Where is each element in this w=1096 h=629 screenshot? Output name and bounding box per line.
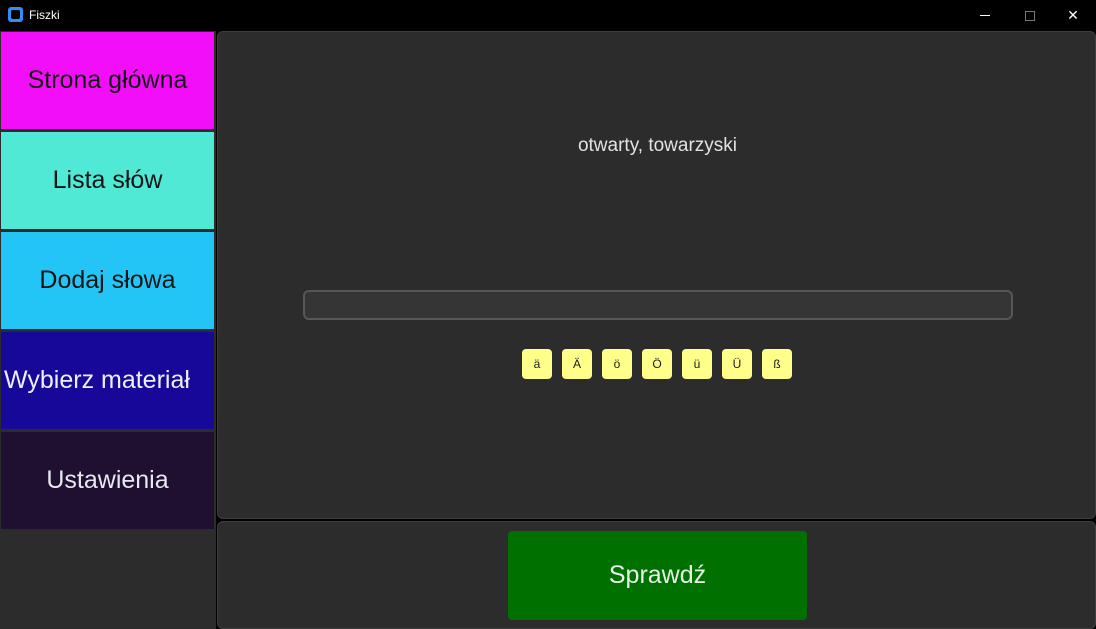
char-button-o-umlaut[interactable]: ö — [602, 349, 632, 379]
window-title: Fiszki — [29, 8, 60, 22]
answer-input[interactable] — [303, 290, 1013, 320]
close-icon: ✕ — [1067, 7, 1079, 23]
char-button-o-umlaut-upper[interactable]: Ö — [642, 349, 672, 379]
sidebar-item-settings[interactable]: Ustawienia — [1, 432, 214, 529]
minimize-icon — [980, 15, 990, 16]
flashcard-panel: otwarty, towarzyski ä Ä ö Ö ü Ü ß — [217, 31, 1096, 519]
flashcard-prompt: otwarty, towarzyski — [577, 135, 738, 156]
app-icon — [8, 7, 23, 22]
char-button-eszett[interactable]: ß — [762, 349, 792, 379]
char-button-u-umlaut-upper[interactable]: Ü — [722, 349, 752, 379]
sidebar-item-choose-material[interactable]: Wybierz materiał — [1, 332, 214, 429]
sidebar-item-home[interactable]: Strona główna — [1, 32, 214, 129]
sidebar-item-add-words[interactable]: Dodaj słowa — [1, 232, 214, 329]
minimize-button[interactable] — [962, 0, 1008, 31]
sidebar-item-word-list[interactable]: Lista słów — [1, 132, 214, 229]
check-button[interactable]: Sprawdź — [508, 531, 807, 620]
maximize-button[interactable] — [1007, 0, 1053, 31]
special-characters-row: ä Ä ö Ö ü Ü ß — [522, 349, 812, 379]
title-bar: Fiszki ✕ — [0, 0, 1096, 31]
char-button-a-umlaut[interactable]: ä — [522, 349, 552, 379]
char-button-u-umlaut[interactable]: ü — [682, 349, 712, 379]
sidebar: Strona główna Lista słów Dodaj słowa Wyb… — [0, 31, 216, 629]
close-button[interactable]: ✕ — [1050, 0, 1096, 31]
action-panel: Sprawdź — [217, 521, 1096, 629]
char-button-a-umlaut-upper[interactable]: Ä — [562, 349, 592, 379]
maximize-icon — [1025, 10, 1035, 21]
